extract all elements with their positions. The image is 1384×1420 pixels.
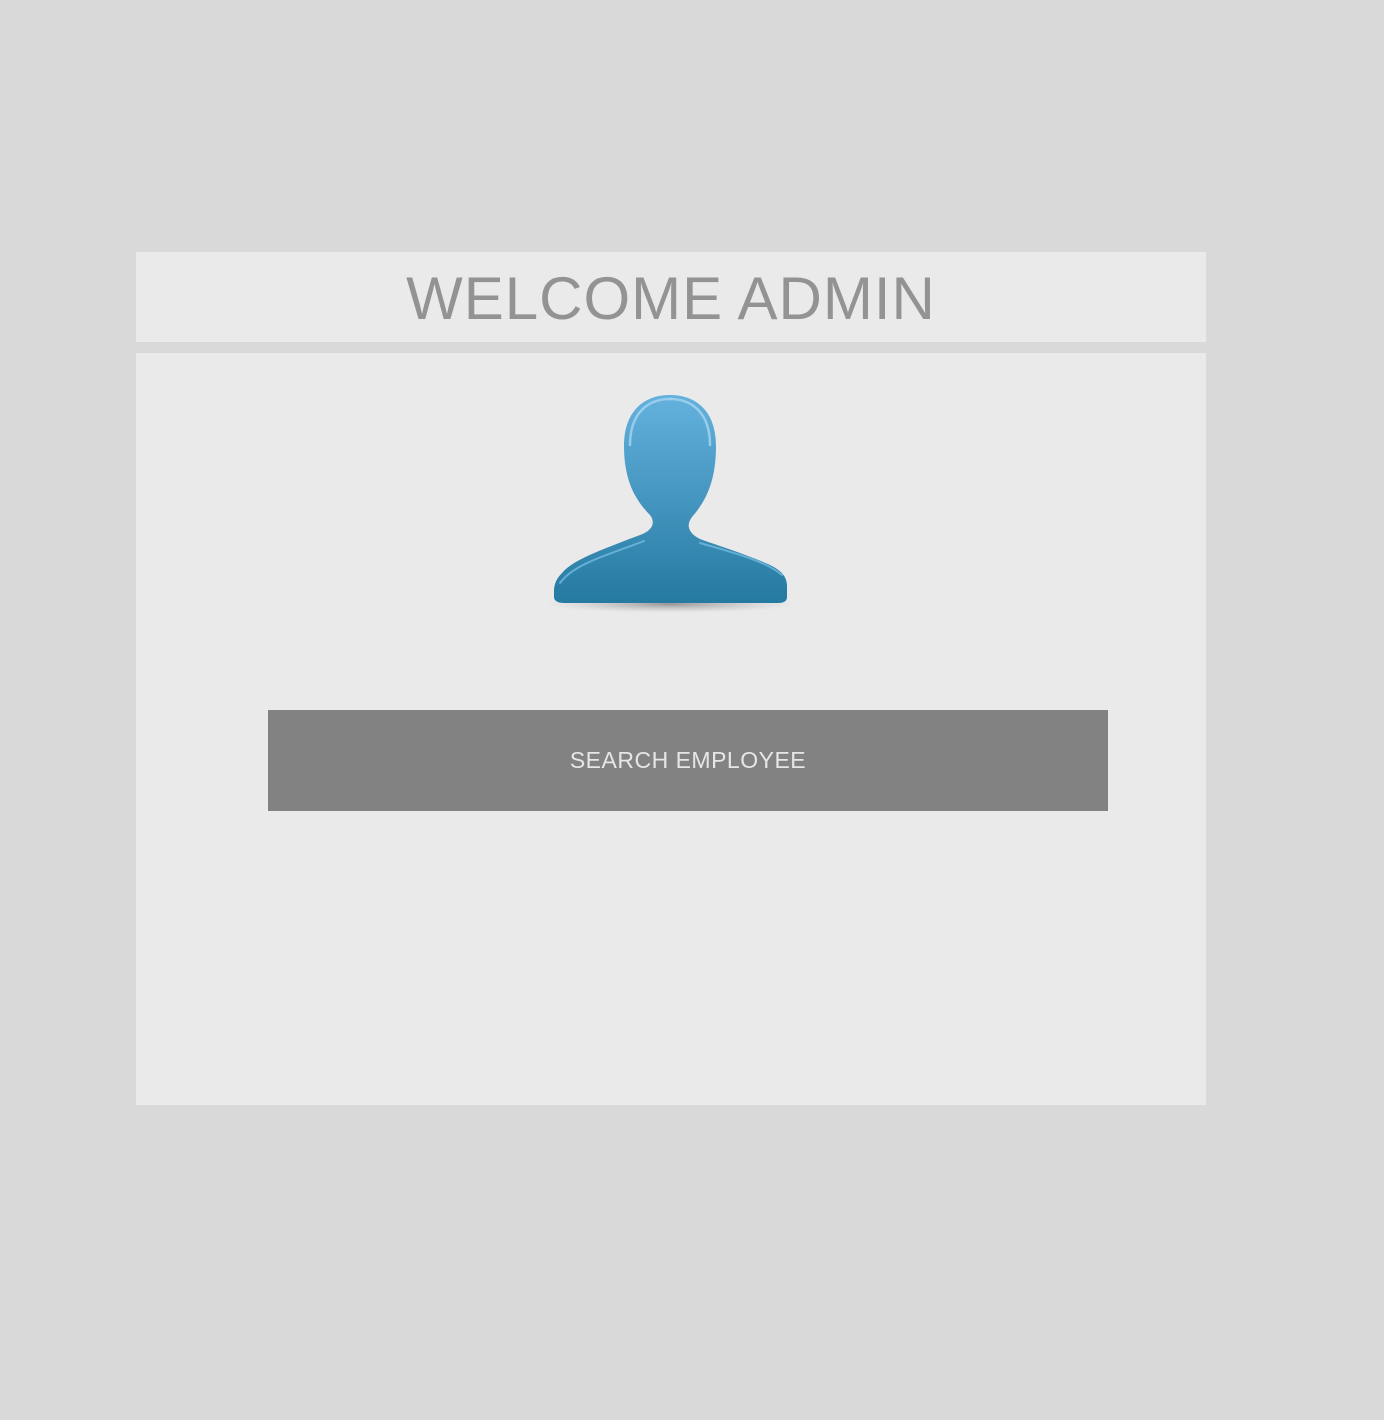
- search-employee-button[interactable]: SEARCH EMPLOYEE: [268, 710, 1108, 811]
- header-panel: WELCOME ADMIN: [136, 252, 1206, 342]
- user-silhouette-icon: [544, 391, 800, 621]
- main-panel: SEARCH EMPLOYEE: [136, 353, 1206, 1105]
- search-employee-button-label: SEARCH EMPLOYEE: [569, 747, 807, 773]
- page-title: WELCOME ADMIN: [406, 265, 936, 332]
